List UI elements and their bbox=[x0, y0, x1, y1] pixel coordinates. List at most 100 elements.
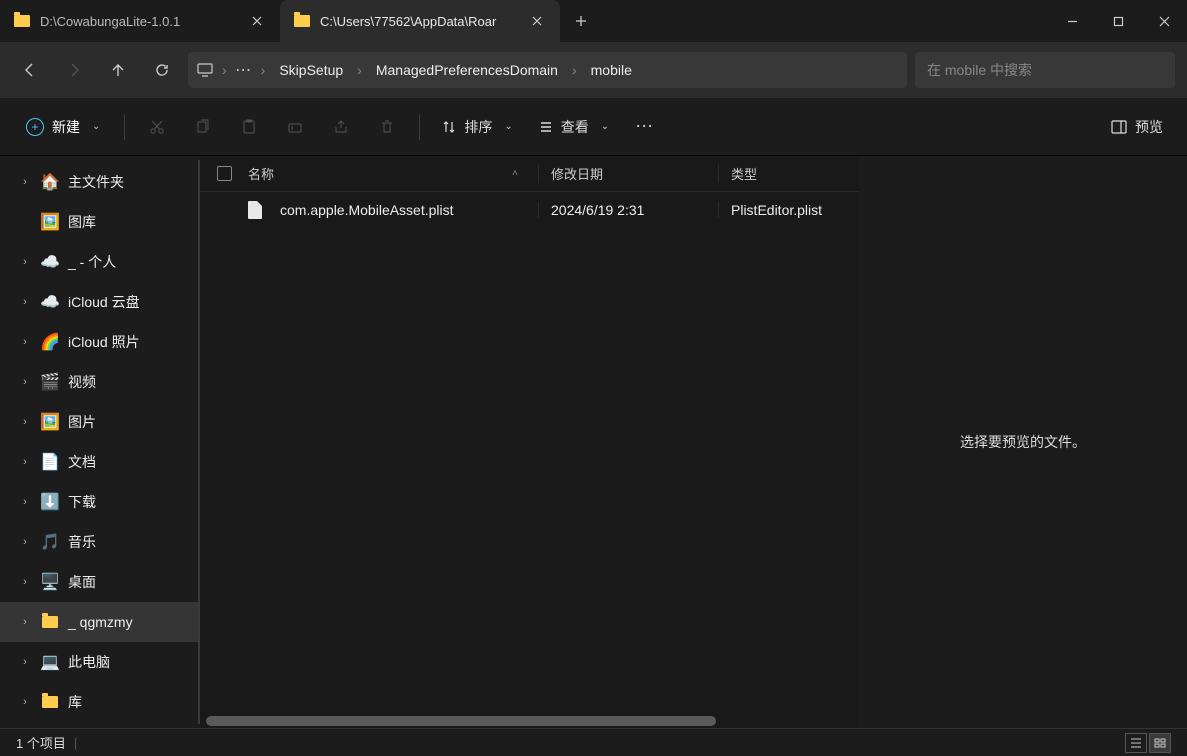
folder-icon bbox=[40, 612, 60, 632]
up-button[interactable] bbox=[100, 52, 136, 88]
more-button[interactable]: ⋯ bbox=[625, 109, 665, 145]
sidebar-item[interactable]: ›🎵音乐 bbox=[0, 522, 200, 562]
sidebar-item-label: 桌面 bbox=[68, 572, 96, 592]
status-bar: 1 个项目 | bbox=[0, 728, 1187, 756]
pc-icon[interactable] bbox=[192, 63, 218, 77]
tab-inactive[interactable]: D:\CowabungaLite-1.0.1 bbox=[0, 0, 280, 42]
column-header-name[interactable]: 名称 ˄ bbox=[248, 164, 538, 183]
chevron-down-icon: ⌄ bbox=[92, 121, 100, 132]
sort-indicator-icon: ˄ bbox=[512, 168, 518, 179]
sidebar[interactable]: ›🏠主文件夹›🖼️图库›☁️_ - 个人›☁️iCloud 云盘›🌈iCloud… bbox=[0, 156, 200, 728]
expand-icon[interactable]: › bbox=[18, 616, 32, 628]
tab-active[interactable]: C:\Users\77562\AppData\Roar bbox=[280, 0, 560, 42]
new-button-label: 新建 bbox=[52, 117, 80, 137]
select-all-checkbox[interactable] bbox=[200, 166, 248, 181]
sidebar-item-label: 主文件夹 bbox=[68, 172, 124, 192]
close-button[interactable] bbox=[1141, 0, 1187, 42]
refresh-button[interactable] bbox=[144, 52, 180, 88]
cut-button[interactable] bbox=[137, 109, 177, 145]
horizontal-scrollbar[interactable] bbox=[200, 714, 859, 728]
separator bbox=[124, 114, 125, 140]
sidebar-item[interactable]: ›🖼️图片 bbox=[0, 402, 200, 442]
file-list[interactable]: com.apple.MobileAsset.plist2024/6/19 2:3… bbox=[200, 192, 859, 714]
sidebar-item-label: 文档 bbox=[68, 452, 96, 472]
expand-icon[interactable]: › bbox=[18, 536, 32, 548]
preview-pane: 选择要预览的文件。 bbox=[859, 156, 1187, 728]
share-button[interactable] bbox=[321, 109, 361, 145]
desktop-icon: 🖥️ bbox=[40, 572, 60, 592]
sidebar-item[interactable]: › ☁️ iCloud 云盘 bbox=[0, 282, 200, 322]
breadcrumb-segment[interactable]: SkipSetup bbox=[269, 52, 353, 88]
sidebar-item[interactable]: ›🏠主文件夹 bbox=[0, 162, 200, 202]
tab-close-button[interactable] bbox=[248, 12, 266, 30]
new-button[interactable]: + 新建 ⌄ bbox=[14, 109, 112, 145]
expand-icon[interactable]: › bbox=[18, 336, 32, 348]
chevron-right-icon[interactable]: › bbox=[570, 62, 579, 78]
rename-button[interactable] bbox=[275, 109, 315, 145]
separator bbox=[419, 114, 420, 140]
paste-button[interactable] bbox=[229, 109, 269, 145]
expand-icon[interactable]: › bbox=[18, 416, 32, 428]
sort-icon bbox=[442, 120, 456, 134]
maximize-button[interactable] bbox=[1095, 0, 1141, 42]
expand-icon[interactable]: › bbox=[18, 456, 32, 468]
sidebar-item[interactable]: ›💻此电脑 bbox=[0, 642, 200, 682]
sidebar-item-label: 音乐 bbox=[68, 532, 96, 552]
chevron-right-icon[interactable]: › bbox=[355, 62, 364, 78]
sidebar-item[interactable]: ›_ qgmzmy bbox=[0, 602, 200, 642]
chevron-right-icon[interactable]: › bbox=[220, 62, 229, 78]
breadcrumb-segment[interactable]: ManagedPreferencesDomain bbox=[366, 52, 568, 88]
sidebar-item[interactable]: ›库 bbox=[0, 682, 200, 722]
new-tab-button[interactable] bbox=[560, 0, 602, 42]
sidebar-item-label: iCloud 云盘 bbox=[68, 292, 140, 312]
search-box[interactable] bbox=[915, 52, 1175, 88]
minimize-button[interactable] bbox=[1049, 0, 1095, 42]
chevron-right-icon[interactable]: › bbox=[259, 62, 268, 78]
expand-icon[interactable]: › bbox=[18, 256, 32, 268]
expand-icon[interactable]: › bbox=[18, 656, 32, 668]
column-header-type[interactable]: 类型 bbox=[718, 164, 859, 183]
sidebar-item-label: iCloud 照片 bbox=[68, 332, 140, 352]
folder-icon bbox=[294, 15, 310, 27]
copy-button[interactable] bbox=[183, 109, 223, 145]
sort-button[interactable]: 排序 ⌄ bbox=[432, 109, 522, 145]
sidebar-item[interactable]: ›📄文档 bbox=[0, 442, 200, 482]
breadcrumb[interactable]: › ⋯ › SkipSetup › ManagedPreferencesDoma… bbox=[188, 52, 907, 88]
sidebar-item-label: 下载 bbox=[68, 492, 96, 512]
title-bar: D:\CowabungaLite-1.0.1 C:\Users\77562\Ap… bbox=[0, 0, 1187, 42]
preview-button[interactable]: 预览 bbox=[1101, 109, 1173, 145]
column-header-date[interactable]: 修改日期 bbox=[538, 164, 718, 183]
forward-button[interactable] bbox=[56, 52, 92, 88]
sidebar-item[interactable]: ›🎬视频 bbox=[0, 362, 200, 402]
sidebar-item[interactable]: ›🖼️图库 bbox=[0, 202, 200, 242]
breadcrumb-segment[interactable]: mobile bbox=[581, 52, 642, 88]
sidebar-item-label: 视频 bbox=[68, 372, 96, 392]
icloud-photos-icon: 🌈 bbox=[40, 332, 60, 352]
chevron-down-icon: ⌄ bbox=[504, 121, 512, 132]
expand-icon[interactable]: › bbox=[18, 296, 32, 308]
toolbar: + 新建 ⌄ 排序 ⌄ 查看 ⌄ ⋯ 预览 bbox=[0, 98, 1187, 156]
delete-button[interactable] bbox=[367, 109, 407, 145]
expand-icon[interactable]: › bbox=[18, 576, 32, 588]
pictures-icon: 🖼️ bbox=[40, 412, 60, 432]
icloud-icon: ☁️ bbox=[40, 292, 60, 312]
view-details-button[interactable] bbox=[1125, 733, 1147, 753]
back-button[interactable] bbox=[12, 52, 48, 88]
sidebar-item[interactable]: ›☁️_ - 个人 bbox=[0, 242, 200, 282]
sidebar-item[interactable]: ›⬇️下载 bbox=[0, 482, 200, 522]
expand-icon[interactable]: › bbox=[18, 496, 32, 508]
view-icons-button[interactable] bbox=[1149, 733, 1171, 753]
list-icon bbox=[539, 120, 553, 134]
expand-icon[interactable]: › bbox=[18, 176, 32, 188]
expand-icon[interactable]: › bbox=[18, 376, 32, 388]
view-button[interactable]: 查看 ⌄ bbox=[529, 109, 619, 145]
file-row[interactable]: com.apple.MobileAsset.plist2024/6/19 2:3… bbox=[200, 192, 859, 228]
sidebar-item-label: 此电脑 bbox=[68, 652, 110, 672]
search-input[interactable] bbox=[927, 62, 1163, 78]
sidebar-item[interactable]: › 🌈 iCloud 照片 bbox=[0, 322, 200, 362]
scrollbar-thumb[interactable] bbox=[206, 716, 716, 726]
sidebar-item[interactable]: › 🖥️ 桌面 bbox=[0, 562, 200, 602]
ellipsis-icon[interactable]: ⋯ bbox=[231, 60, 257, 80]
expand-icon[interactable]: › bbox=[18, 696, 32, 708]
tab-close-button[interactable] bbox=[528, 12, 546, 30]
